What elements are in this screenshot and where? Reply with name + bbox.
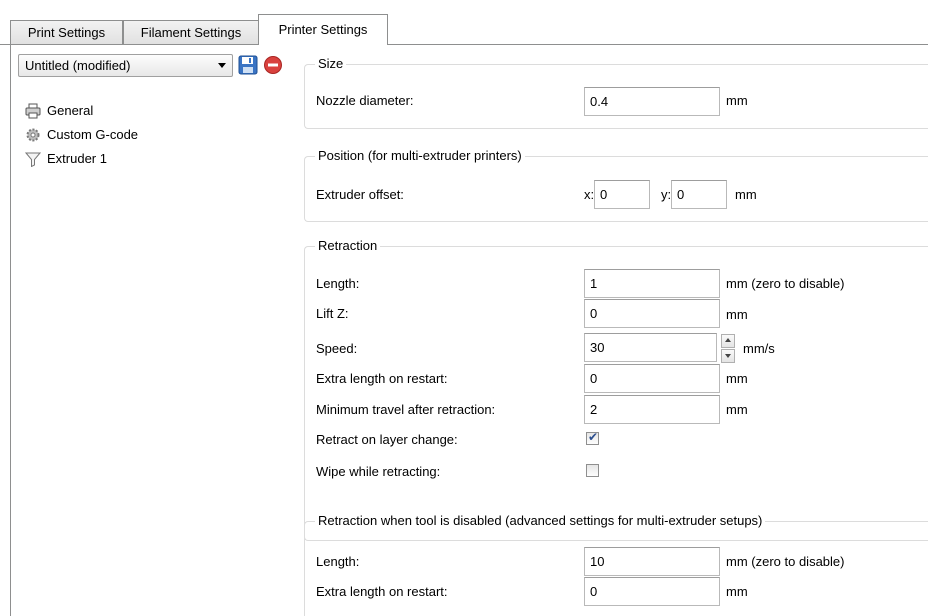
toolchange-length-label: Length:	[316, 554, 360, 569]
nozzle-diameter-input[interactable]: 0.4	[584, 87, 720, 116]
delete-icon	[264, 56, 282, 74]
group-title: Size	[315, 56, 347, 72]
extruder-offset-label: Extruder offset:	[316, 187, 404, 202]
tree-item-custom-gcode[interactable]: Custom G-code	[25, 123, 275, 147]
min-travel-unit: mm	[726, 402, 748, 417]
group-title: Position (for multi-extruder printers)	[315, 148, 525, 164]
chevron-down-icon	[218, 63, 226, 68]
lift-z-label: Lift Z:	[316, 306, 349, 321]
offset-unit: mm	[735, 187, 757, 202]
tab-print-settings[interactable]: Print Settings	[10, 20, 123, 44]
extra-length-unit: mm	[726, 371, 748, 386]
spin-down-icon[interactable]	[721, 349, 735, 363]
preset-select[interactable]: Untitled (modified)	[18, 54, 233, 77]
lift-z-input[interactable]: 0	[584, 299, 720, 328]
retraction-speed-unit: mm/s	[743, 341, 775, 356]
offset-x-input[interactable]: 0	[594, 180, 650, 209]
retraction-speed-spinner[interactable]	[721, 334, 735, 363]
retraction-length-label: Length:	[316, 276, 360, 291]
group-title: Retraction	[315, 238, 381, 254]
retract-layer-change-label: Retract on layer change:	[316, 432, 458, 447]
min-travel-label: Minimum travel after retraction:	[316, 402, 496, 417]
cog-icon	[26, 128, 40, 142]
tree-item-label: General	[47, 103, 94, 118]
tree-item-label: Custom G-code	[47, 127, 139, 142]
group-title: Retraction when tool is disabled (advanc…	[315, 513, 766, 529]
save-icon	[238, 55, 258, 75]
lift-z-unit: mm	[726, 307, 748, 322]
tree-item-label: Extruder 1	[47, 151, 107, 166]
nozzle-diameter-unit: mm	[726, 93, 748, 108]
wipe-retracting-label: Wipe while retracting:	[316, 464, 441, 479]
tab-filament-settings[interactable]: Filament Settings	[123, 20, 259, 44]
min-travel-input[interactable]: 2	[584, 395, 720, 424]
toolchange-length-unit: mm (zero to disable)	[726, 554, 845, 569]
toolchange-extra-length-input[interactable]: 0	[584, 577, 720, 606]
tree-item-general[interactable]: General	[25, 99, 275, 123]
retraction-length-unit: mm (zero to disable)	[726, 276, 845, 291]
preset-sidebar: Untitled (modified) General Custom G-cod…	[10, 45, 291, 616]
extra-length-label: Extra length on restart:	[316, 371, 448, 386]
retract-layer-change-checkbox[interactable]	[586, 430, 599, 445]
retraction-length-input[interactable]: 1	[584, 269, 720, 298]
retraction-speed-input[interactable]: 30	[584, 333, 717, 362]
wipe-retracting-checkbox[interactable]	[586, 464, 599, 477]
delete-preset-button[interactable]	[263, 55, 283, 75]
tab-printer-settings[interactable]: Printer Settings	[258, 14, 388, 45]
toolchange-extra-length-unit: mm	[726, 584, 748, 599]
spin-up-icon[interactable]	[721, 334, 735, 348]
settings-panel: Size Nozzle diameter: 0.4 mm Position (f…	[290, 45, 928, 616]
offset-y-label: y:	[661, 187, 672, 202]
preset-select-value: Untitled (modified)	[25, 58, 131, 73]
tree-item-extruder-1[interactable]: Extruder 1	[25, 147, 275, 171]
retraction-speed-label: Speed:	[316, 341, 358, 356]
nozzle-diameter-label: Nozzle diameter:	[316, 93, 414, 108]
printer-icon	[25, 103, 41, 119]
settings-tree: General Custom G-code Extruder 1	[25, 99, 275, 171]
offset-x-label: x:	[584, 187, 595, 202]
toolchange-length-input[interactable]: 10	[584, 547, 720, 576]
toolchange-extra-length-label: Extra length on restart:	[316, 584, 448, 599]
offset-y-input[interactable]: 0	[671, 180, 727, 209]
funnel-icon	[25, 152, 41, 167]
extra-length-input[interactable]: 0	[584, 364, 720, 393]
save-preset-button[interactable]	[238, 55, 258, 75]
tab-bar: Print Settings Filament Settings Printer…	[0, 0, 928, 45]
